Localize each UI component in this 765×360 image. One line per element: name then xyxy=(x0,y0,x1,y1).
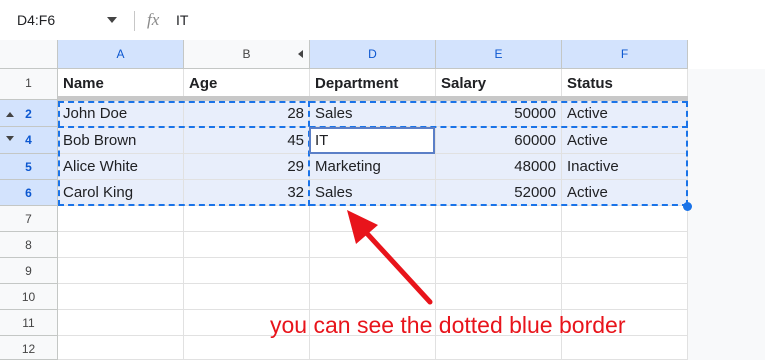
annotation-text: you can see the dotted blue border xyxy=(270,312,626,338)
annotation-arrow-icon xyxy=(347,210,433,305)
